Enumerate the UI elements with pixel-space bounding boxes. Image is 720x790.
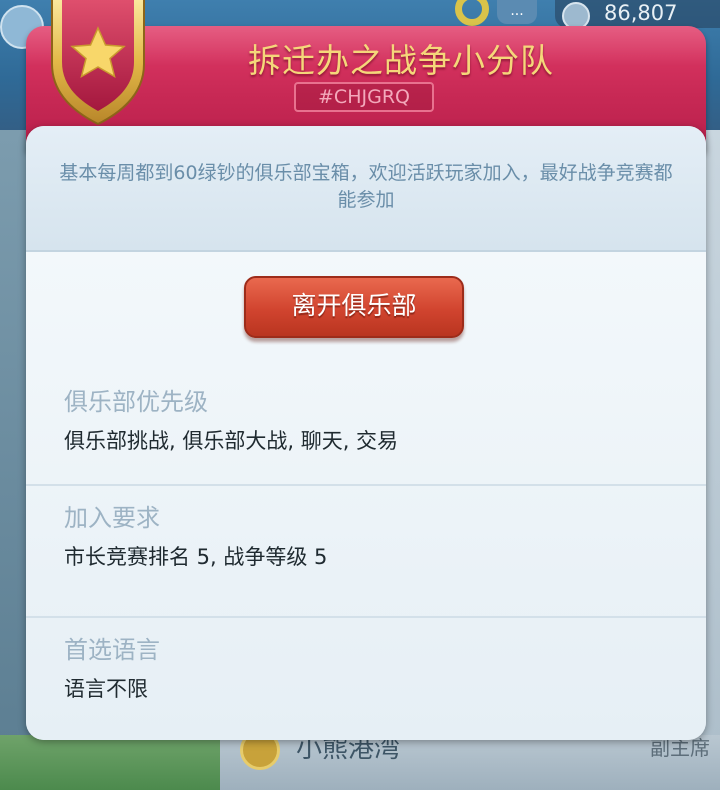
club-info-dialog: 拆迁办之战争小分队 #CHJGRQ 基本每周都到60绿钞的俱乐部宝箱，欢迎活跃玩…: [26, 0, 706, 740]
club-description: 基本每周都到60绿钞的俱乐部宝箱，欢迎活跃玩家加入，最好战争竞赛都能参加: [59, 162, 673, 211]
language-value: 语言不限: [64, 677, 148, 701]
club-tag[interactable]: #CHJGRQ: [294, 82, 434, 112]
preferred-language-section: 首选语言 语言不限: [26, 616, 706, 740]
language-label: 首选语言: [64, 636, 160, 664]
join-requirements-section: 加入要求 市长竞赛排名 5, 战争等级 5: [26, 484, 706, 616]
club-priority-section: 俱乐部优先级 俱乐部挑战, 俱乐部大战, 聊天, 交易: [26, 362, 706, 474]
priority-value: 俱乐部挑战, 俱乐部大战, 聊天, 交易: [64, 429, 399, 453]
more-button[interactable]: ...: [497, 0, 537, 24]
club-details: 离开俱乐部 俱乐部优先级 俱乐部挑战, 俱乐部大战, 聊天, 交易 加入要求 市…: [26, 252, 706, 740]
background-left-panel: [0, 130, 28, 740]
club-name: 拆迁办之战争小分队: [248, 41, 554, 80]
club-description-box: 基本每周都到60绿钞的俱乐部宝箱，欢迎活跃玩家加入，最好战争竞赛都能参加: [26, 126, 706, 252]
background-map: [0, 735, 220, 790]
requirements-value: 市长竞赛排名 5, 战争等级 5: [64, 545, 328, 569]
star-shield-icon: [51, 0, 145, 126]
balance-value: 86,807: [604, 1, 678, 25]
requirements-label: 加入要求: [64, 504, 160, 532]
priority-label: 俱乐部优先级: [64, 388, 208, 416]
leave-club-button[interactable]: 离开俱乐部: [244, 276, 464, 338]
dialog-body: 基本每周都到60绿钞的俱乐部宝箱，欢迎活跃玩家加入，最好战争竞赛都能参加 离开俱…: [26, 126, 706, 740]
